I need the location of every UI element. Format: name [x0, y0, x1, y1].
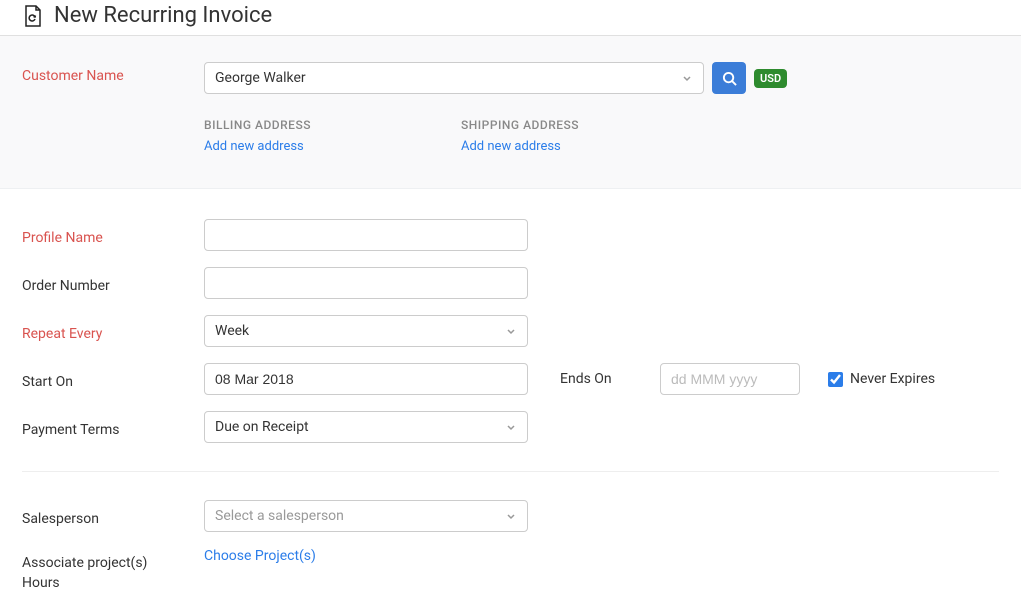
customer-name-value: George Walker — [215, 70, 306, 86]
shipping-address-heading: SHIPPING ADDRESS — [461, 118, 579, 132]
customer-section: Customer Name George Walker USD — [0, 36, 1021, 189]
shipping-add-address-link[interactable]: Add new address — [461, 139, 561, 154]
salesperson-placeholder: Select a salesperson — [215, 508, 344, 524]
search-icon — [722, 71, 737, 86]
start-on-field[interactable] — [215, 371, 517, 387]
payment-terms-select[interactable]: Due on Receipt — [204, 411, 528, 443]
start-on-label: Start On — [22, 368, 204, 390]
billing-address-heading: BILLING ADDRESS — [204, 118, 311, 132]
chevron-down-icon — [505, 325, 517, 337]
customer-name-label: Customer Name — [22, 62, 204, 84]
salesperson-label: Salesperson — [22, 505, 204, 527]
associate-projects-label: Associate project(s) Hours — [22, 548, 204, 593]
profile-name-field[interactable] — [215, 227, 517, 243]
order-number-field[interactable] — [215, 275, 517, 291]
payment-terms-value: Due on Receipt — [215, 419, 309, 435]
shipping-address-block: SHIPPING ADDRESS Add new address — [461, 118, 579, 154]
currency-badge: USD — [754, 69, 787, 88]
repeat-every-value: Week — [215, 323, 249, 339]
customer-name-select[interactable]: George Walker — [204, 62, 704, 94]
start-on-input[interactable] — [204, 363, 528, 395]
section-divider — [22, 471, 999, 472]
payment-terms-label: Payment Terms — [22, 416, 204, 438]
never-expires-label: Never Expires — [850, 371, 935, 387]
recurring-invoice-icon — [22, 4, 44, 28]
order-number-label: Order Number — [22, 272, 204, 294]
ends-on-field[interactable] — [671, 371, 789, 387]
page-header: New Recurring Invoice — [0, 0, 1021, 36]
form-section: Profile Name Order Number Repeat Every W… — [0, 189, 1021, 593]
order-number-input[interactable] — [204, 267, 528, 299]
billing-add-address-link[interactable]: Add new address — [204, 139, 304, 154]
associate-projects-label-line1: Associate project(s) — [22, 554, 204, 574]
choose-projects-link[interactable]: Choose Project(s) — [204, 548, 316, 564]
never-expires-checkbox[interactable] — [828, 372, 843, 387]
associate-projects-label-line2: Hours — [22, 574, 204, 594]
chevron-down-icon — [505, 510, 517, 522]
chevron-down-icon — [505, 421, 517, 433]
profile-name-label: Profile Name — [22, 224, 204, 246]
customer-search-button[interactable] — [712, 62, 746, 94]
chevron-down-icon — [681, 72, 693, 84]
profile-name-input[interactable] — [204, 219, 528, 251]
ends-on-input[interactable] — [660, 363, 800, 395]
ends-on-label: Ends On — [560, 371, 632, 387]
repeat-every-select[interactable]: Week — [204, 315, 528, 347]
never-expires-checkbox-wrap[interactable]: Never Expires — [828, 371, 935, 387]
salesperson-select[interactable]: Select a salesperson — [204, 500, 528, 532]
repeat-every-label: Repeat Every — [22, 320, 204, 342]
page-title: New Recurring Invoice — [54, 3, 272, 28]
billing-address-block: BILLING ADDRESS Add new address — [204, 118, 311, 154]
